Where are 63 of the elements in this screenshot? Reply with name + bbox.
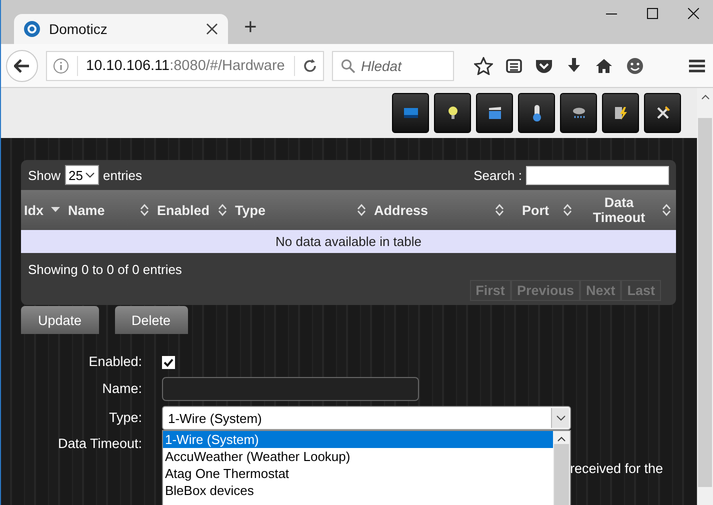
help-text: received for the (570, 460, 664, 478)
column-header[interactable]: Port (509, 190, 577, 230)
url-host: 10.10.106.11 (86, 58, 170, 74)
scroll-up-icon[interactable] (700, 94, 710, 100)
column-header[interactable]: Type (232, 190, 371, 230)
empty-table-message: No data available in table (21, 230, 676, 253)
nav-button[interactable] (518, 93, 555, 133)
scroll-up-icon[interactable] (557, 436, 566, 442)
address-bar[interactable]: 10.10.106.11:8080/#/Hardware (46, 50, 324, 80)
name-field[interactable] (162, 377, 419, 401)
back-button[interactable] (6, 50, 38, 82)
dropdown-option[interactable]: Atag One Thermostat (163, 465, 553, 482)
column-header[interactable]: Name (65, 190, 154, 230)
menu-icon[interactable] (689, 58, 705, 72)
type-select[interactable]: 1-Wire (System) (162, 406, 571, 430)
field-label: Type: (108, 409, 142, 427)
show-label: Show (28, 168, 61, 182)
new-tab-button[interactable]: + (240, 16, 261, 38)
nav-button[interactable] (476, 93, 513, 133)
search-icon (341, 58, 355, 72)
column-header[interactable]: Address (371, 190, 509, 230)
nav-button[interactable] (560, 93, 597, 133)
url-path: :8080/#/Hardware (170, 58, 285, 74)
chevron-down-icon (556, 415, 566, 421)
star-icon[interactable] (474, 56, 493, 74)
download-icon[interactable] (566, 57, 582, 74)
entries-label: entries (103, 168, 142, 182)
dropdown-option[interactable]: BleBox devices (163, 482, 553, 499)
dropdown-option[interactable]: 1-Wire (System) (163, 431, 553, 448)
field-label: Name: (101, 380, 142, 398)
action-button[interactable]: Delete (114, 306, 188, 334)
reading-list-icon[interactable] (506, 58, 522, 74)
nav-button[interactable] (434, 93, 471, 133)
info-icon[interactable] (53, 58, 69, 74)
field-label: Data Timeout: (56, 435, 142, 453)
scrollbar-thumb[interactable] (554, 444, 569, 505)
nav-button[interactable] (644, 93, 681, 133)
enabled-checkbox[interactable] (162, 356, 175, 368)
search-field[interactable]: Hledat (332, 50, 454, 80)
chevron-down-icon (85, 172, 95, 178)
pocket-icon[interactable] (535, 58, 553, 74)
column-header[interactable]: Data Timeout (577, 190, 676, 230)
table-info: Showing 0 to 0 of 0 entries (27, 261, 183, 278)
column-header[interactable]: Enabled (154, 190, 232, 230)
scrollbar-thumb[interactable] (698, 118, 712, 487)
field-label: Enabled: (88, 353, 142, 371)
column-header[interactable]: Idx (21, 190, 65, 230)
browser-tab[interactable]: Domoticz (14, 14, 228, 44)
reload-icon[interactable] (303, 58, 317, 72)
search-label: Search : (474, 168, 522, 182)
close-icon[interactable] (688, 8, 699, 19)
close-tab-icon[interactable] (206, 23, 218, 35)
back-arrow-icon (14, 58, 30, 72)
dropdown-option[interactable]: AccuWeather (Weather Lookup) (163, 448, 553, 465)
action-button[interactable]: Update (21, 306, 99, 334)
smiley-icon[interactable] (626, 56, 644, 74)
page-length-select[interactable]: 25 (64, 165, 99, 185)
maximize-icon[interactable] (647, 8, 658, 19)
search-input[interactable]: Hledat (361, 58, 441, 74)
table-search-field[interactable] (526, 166, 669, 184)
site-logo-icon (24, 21, 40, 37)
home-icon[interactable] (595, 58, 613, 74)
nav-button[interactable] (602, 93, 639, 133)
